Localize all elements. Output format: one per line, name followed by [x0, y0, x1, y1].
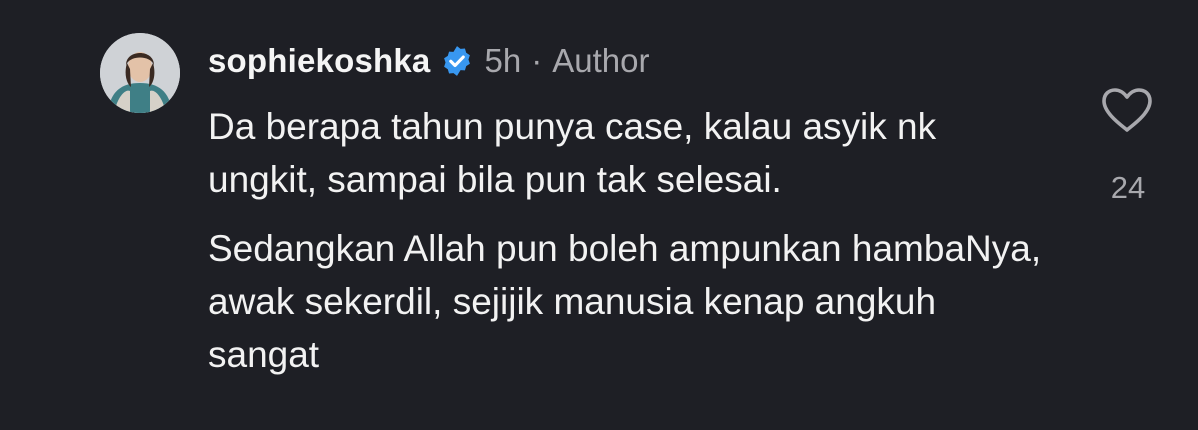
comment-paragraph: Da berapa tahun punya case, kalau asyik …: [208, 106, 937, 200]
author-label: Author: [552, 42, 650, 79]
comment-header: sophiekoshka 5h · Author: [208, 38, 649, 84]
avatar[interactable]: [100, 33, 180, 113]
verified-badge-icon: [440, 44, 474, 78]
comment-body: Da berapa tahun punya case, kalau asyik …: [208, 100, 1048, 397]
comment-item: sophiekoshka 5h · Author Da berapa tahun p…: [0, 0, 1198, 430]
username[interactable]: sophiekoshka: [208, 42, 430, 80]
comment-meta: 5h · Author: [484, 42, 649, 80]
timestamp: 5h: [484, 42, 522, 79]
like-count: 24: [1110, 170, 1146, 205]
profile-photo: [100, 33, 180, 113]
comment-paragraph: Sedangkan Allah pun boleh ampunkan hamba…: [208, 228, 1042, 375]
separator: ·: [531, 42, 543, 79]
heart-outline-icon[interactable]: [1100, 86, 1154, 134]
